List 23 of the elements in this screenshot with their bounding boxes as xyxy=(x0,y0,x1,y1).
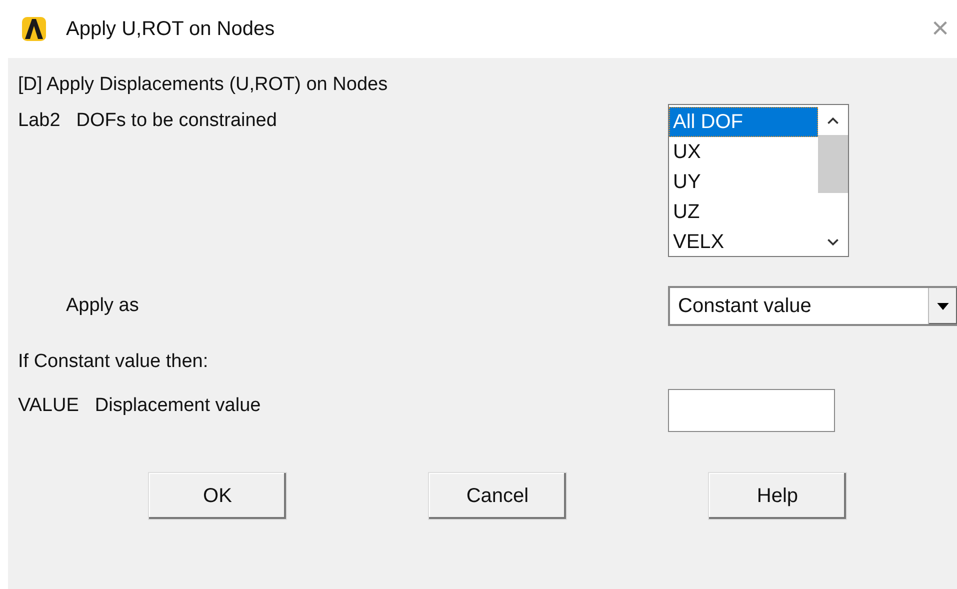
list-item[interactable]: VELX xyxy=(669,227,818,257)
field-label: Apply as xyxy=(66,295,139,317)
scroll-down-icon[interactable] xyxy=(827,238,839,246)
window-title: Apply U,ROT on Nodes xyxy=(66,18,275,40)
value-input[interactable] xyxy=(668,388,835,432)
heading: [D] Apply Displacements (U,ROT) on Nodes xyxy=(18,74,388,96)
dialog-button[interactable]: OK xyxy=(148,472,287,520)
app-logo-icon xyxy=(22,17,46,41)
note-text: If Constant value then: xyxy=(18,351,208,373)
dof-listbox[interactable]: All DOF UX UY UZ VELX xyxy=(668,104,849,257)
field-label: DOFs to be constrained xyxy=(76,110,277,132)
list-item[interactable]: All DOF xyxy=(669,107,818,137)
apply-as-dropdown[interactable]: Constant value xyxy=(668,286,957,326)
field-label: Displacement value xyxy=(94,395,261,417)
list-item[interactable]: UY xyxy=(669,167,818,197)
dialog-button[interactable]: Help xyxy=(708,472,847,520)
parameter-code: VALUE xyxy=(18,395,79,417)
list-item[interactable]: UX xyxy=(669,137,818,167)
dropdown-arrow-icon[interactable] xyxy=(937,302,949,310)
list-item[interactable]: UZ xyxy=(669,197,818,227)
dialog-button[interactable]: Cancel xyxy=(428,472,567,520)
scroll-up-icon[interactable] xyxy=(827,117,839,125)
parameter-code: Lab2 xyxy=(18,110,60,132)
